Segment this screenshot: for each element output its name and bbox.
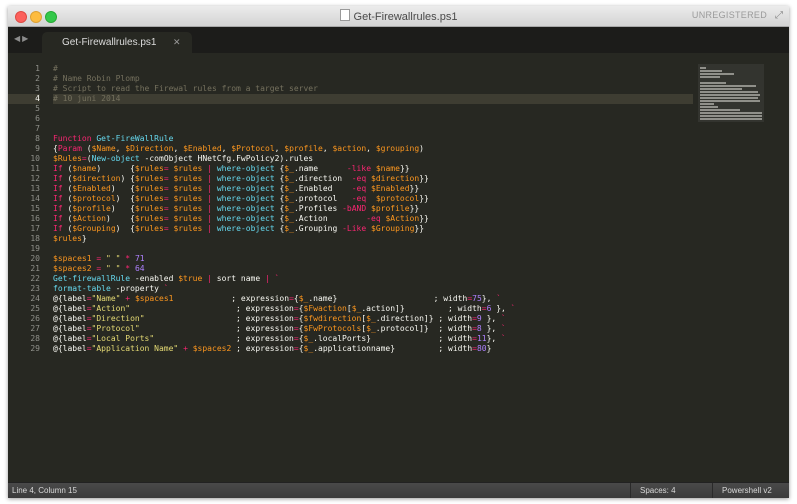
minimap-line <box>700 94 760 96</box>
line-number: 14 <box>30 194 40 203</box>
window-title: Get-Firewallrules.ps1 <box>8 9 789 23</box>
line-number: 12 <box>30 174 40 183</box>
code-line[interactable]: If ($name) {$rules= $rules | where-objec… <box>53 164 693 174</box>
line-number: 24 <box>30 294 40 303</box>
minimap-line <box>700 118 762 120</box>
code-line[interactable] <box>53 244 693 254</box>
tab-label: Get-Firewallrules.ps1 <box>62 37 157 48</box>
code-line[interactable] <box>53 124 693 134</box>
code-line[interactable]: Function Get-FireWallRule <box>53 134 693 144</box>
line-number: 18 <box>30 234 40 243</box>
line-number-gutter: 1 2 3 4 5 6 7 8 9 10 11 12 13 14 15 16 1… <box>8 64 40 354</box>
code-line[interactable]: @{label="Direction" ; expression={$fwdir… <box>53 314 693 324</box>
indentation-selector[interactable]: Spaces: 4 <box>640 486 676 495</box>
minimap-line <box>700 109 740 111</box>
code-line[interactable]: # <box>53 64 693 74</box>
code-line[interactable]: If ($profile) {$rules= $rules | where-ob… <box>53 204 693 214</box>
tab-bar: ◀▶ Get-Firewallrules.ps1 ✕ <box>8 27 789 53</box>
line-number: 16 <box>30 214 40 223</box>
editor-window: Get-Firewallrules.ps1 UNREGISTERED ⤢ ◀▶ … <box>8 6 789 498</box>
code-line[interactable]: @{label="Name" + $spaces1 ; expression={… <box>53 294 693 304</box>
status-separator <box>630 483 631 498</box>
fullscreen-icon[interactable]: ⤢ <box>775 10 783 21</box>
tab-close-icon[interactable]: ✕ <box>173 37 181 48</box>
line-number: 21 <box>30 264 40 273</box>
line-number: 22 <box>30 274 40 283</box>
code-line[interactable]: $Rules=(New-object -comObject HNetCfg.Fw… <box>53 154 693 164</box>
code-line[interactable]: If ($Action) {$rules= $rules | where-obj… <box>53 214 693 224</box>
line-number: 6 <box>35 114 40 123</box>
line-number: 20 <box>30 254 40 263</box>
syntax-selector[interactable]: Powershell v2 <box>722 486 772 495</box>
document-icon <box>339 9 350 21</box>
status-separator <box>712 483 713 498</box>
line-number: 28 <box>30 334 40 343</box>
minimap-line <box>700 76 720 78</box>
tab-get-firewallrules[interactable]: Get-Firewallrules.ps1 ✕ <box>42 32 192 53</box>
minimap-line <box>700 112 762 114</box>
line-number: 17 <box>30 224 40 233</box>
code-line[interactable]: $spaces2 = " " * 64 <box>53 264 693 274</box>
line-number: 29 <box>30 344 40 353</box>
code-line[interactable]: If ($direction) {$rules= $rules | where-… <box>53 174 693 184</box>
line-number: 1 <box>35 64 40 73</box>
line-number: 25 <box>30 304 40 313</box>
code-line[interactable]: @{label="Protocol" ; expression={$FwProt… <box>53 324 693 334</box>
code-editor[interactable]: 1 2 3 4 5 6 7 8 9 10 11 12 13 14 15 16 1… <box>8 53 789 482</box>
tab-navigation-arrows[interactable]: ◀▶ <box>14 34 30 43</box>
line-number-current: 4 <box>8 94 40 104</box>
minimap-line <box>700 103 714 105</box>
line-number: 15 <box>30 204 40 213</box>
code-line[interactable] <box>53 114 693 124</box>
code-line-current[interactable]: # 10 juni 2014 <box>53 94 693 104</box>
minimap-line <box>700 91 758 93</box>
minimap-line <box>700 70 722 72</box>
minimap-line <box>700 115 762 117</box>
minimap-line <box>700 73 734 75</box>
line-number: 10 <box>30 154 40 163</box>
minimap-line <box>700 82 726 84</box>
code-line[interactable]: $spaces1 = " " * 71 <box>53 254 693 264</box>
code-line[interactable]: {Param ($Name, $Direction, $Enabled, $Pr… <box>53 144 693 154</box>
line-number: 23 <box>30 284 40 293</box>
line-number: 27 <box>30 324 40 333</box>
line-number: 8 <box>35 134 40 143</box>
code-line[interactable]: If ($protocol) {$rules= $rules | where-o… <box>53 194 693 204</box>
code-line[interactable]: $rules} <box>53 234 693 244</box>
line-number: 19 <box>30 244 40 253</box>
code-line[interactable]: @{label="Action" ; expression={$Fwaction… <box>53 304 693 314</box>
code-area[interactable]: # # Name Robin Plomp # Script to read th… <box>53 64 693 354</box>
line-number: 2 <box>35 74 40 83</box>
line-number: 11 <box>30 164 40 173</box>
line-number: 3 <box>35 84 40 93</box>
line-number: 26 <box>30 314 40 323</box>
code-line[interactable]: If ($Grouping) {$rules= $rules | where-o… <box>53 224 693 234</box>
unregistered-label: UNREGISTERED <box>691 10 767 20</box>
code-line[interactable]: Get-firewallRule -enabled $true | sort n… <box>53 274 693 284</box>
code-line[interactable]: @{label="Application Name" + $spaces2 ; … <box>53 344 693 354</box>
minimap[interactable] <box>698 64 768 124</box>
line-number: 13 <box>30 184 40 193</box>
code-line[interactable]: # Name Robin Plomp <box>53 74 693 84</box>
code-line[interactable]: # Script to read the Firewal rules from … <box>53 84 693 94</box>
code-line[interactable]: @{label="Local Ports" ; expression={$_.l… <box>53 334 693 344</box>
code-line[interactable]: format-table -property ` <box>53 284 693 294</box>
code-line[interactable]: If ($Enabled) {$rules= $rules | where-ob… <box>53 184 693 194</box>
minimap-line <box>700 97 758 99</box>
line-number: 5 <box>35 104 40 113</box>
minimap-line <box>700 88 742 90</box>
status-bar: Line 4, Column 15 Spaces: 4 Powershell v… <box>8 482 789 498</box>
minimap-line <box>700 106 718 108</box>
title-bar: Get-Firewallrules.ps1 UNREGISTERED ⤢ <box>8 6 789 27</box>
line-number: 9 <box>35 144 40 153</box>
minimap-line <box>700 100 760 102</box>
code-line[interactable] <box>53 104 693 114</box>
line-number: 7 <box>35 124 40 133</box>
cursor-position: Line 4, Column 15 <box>12 486 77 495</box>
window-title-text: Get-Firewallrules.ps1 <box>353 11 458 23</box>
minimap-line <box>700 85 756 87</box>
minimap-line <box>700 67 706 69</box>
